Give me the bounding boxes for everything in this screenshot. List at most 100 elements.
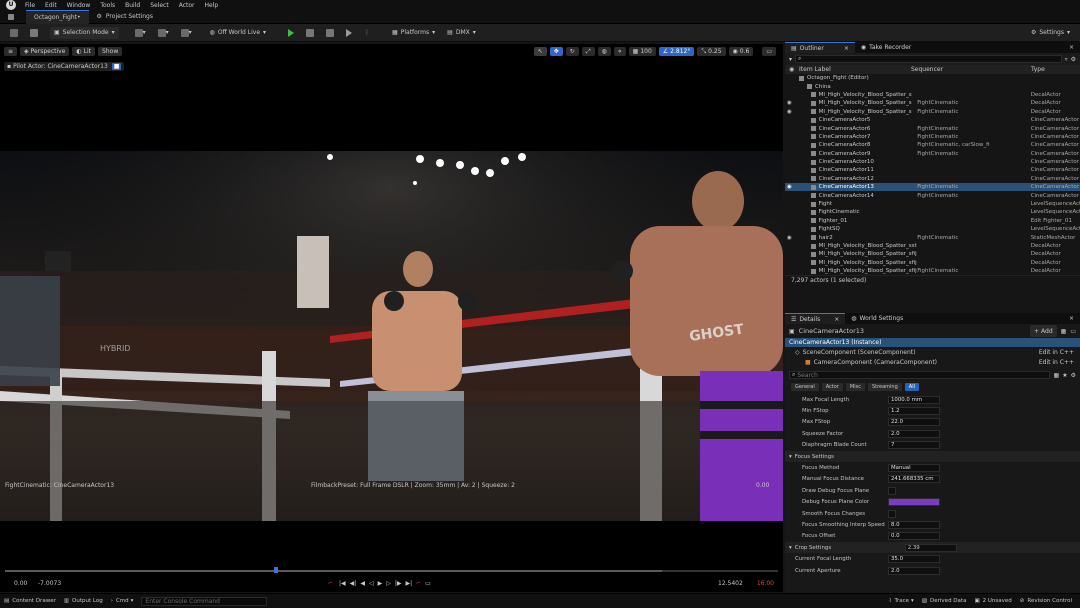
rotate-tool-icon[interactable]: ↻: [565, 47, 579, 56]
col-type[interactable]: Type: [1031, 66, 1045, 73]
tab-project-settings[interactable]: ⚙ Project Settings: [89, 10, 161, 24]
tab-take-recorder[interactable]: ◉ Take Recorder: [855, 42, 917, 53]
eject-button[interactable]: [342, 27, 356, 39]
outliner-row[interactable]: CineCameraActor12 CineCameraActor: [785, 175, 1080, 183]
outliner-row[interactable]: CineCameraActor5 CineCameraActor: [785, 116, 1080, 124]
menu-tools[interactable]: Tools: [100, 2, 115, 9]
platforms-dropdown[interactable]: ▦ Platforms ▾: [388, 27, 439, 39]
visibility-icon[interactable]: ◉: [785, 100, 811, 106]
cat-tab-streaming[interactable]: Streaming: [867, 382, 902, 391]
property-value[interactable]: 8.0: [888, 520, 940, 529]
camera-speed-button[interactable]: ◉ 0.6: [728, 47, 754, 56]
perspective-button[interactable]: ◈ Perspective: [20, 47, 70, 56]
derived-data-button[interactable]: ▧ Derived Data: [922, 598, 967, 604]
edit-cpp-link-2[interactable]: Edit in C++: [1039, 359, 1074, 366]
outliner-row[interactable]: Fighter_01 Edit Fighter_01: [785, 217, 1080, 225]
menu-build[interactable]: Build: [125, 2, 140, 9]
outliner-settings-icon[interactable]: ⚙: [1071, 56, 1076, 63]
jump-start-icon[interactable]: |◀: [339, 580, 346, 587]
outliner-row[interactable]: CineCameraActor6 FightCinematic CineCamera…: [785, 124, 1080, 132]
content-browser-icon[interactable]: [26, 27, 42, 39]
details-search-input[interactable]: ⌕ Search: [789, 371, 1050, 379]
crop-settings-category[interactable]: ▾ Crop Settings 2.39: [785, 542, 1080, 554]
play-button[interactable]: [284, 27, 298, 39]
cinematics-icon[interactable]: ▾: [177, 27, 196, 39]
grid-snap-button[interactable]: ▦ 100: [628, 47, 656, 56]
select-tool-icon[interactable]: ↖: [533, 47, 547, 56]
table-view-icon[interactable]: ▦: [1054, 372, 1060, 379]
property-value[interactable]: 0.0: [888, 532, 940, 541]
focus-settings-category[interactable]: ▾ Focus Settings: [785, 450, 1080, 463]
outliner-row[interactable]: FightSQ LevelSequenceActor: [785, 225, 1080, 233]
level-viewport[interactable]: ≡ ◈ Perspective ◐ Lit Show ▪ Pilot Actor: …: [0, 44, 783, 592]
outliner-row[interactable]: MI_High_Velocity_Blood_Spatter_sst DecalA…: [785, 242, 1080, 250]
maximize-viewport-icon[interactable]: ▭: [762, 47, 776, 56]
property-value[interactable]: 1000.0 mm: [888, 395, 940, 404]
outliner-row[interactable]: MI_High_Velocity_Blood_Spatter_sfij Decal…: [785, 250, 1080, 258]
outliner-row[interactable]: ◉ CineCameraActor13 FightCinematic CineCame…: [785, 183, 1080, 192]
camera-lock-icon[interactable]: ▭: [425, 580, 431, 587]
menu-select[interactable]: Select: [150, 2, 169, 9]
stop-button[interactable]: [322, 27, 338, 39]
filter-icon[interactable]: ▿: [1065, 56, 1068, 63]
outliner-row[interactable]: MI_High_Velocity_Blood_Spatter_sfij Fight…: [785, 267, 1080, 275]
play-reverse-icon[interactable]: ◁: [369, 580, 374, 587]
step-forward-icon[interactable]: ▷: [386, 580, 391, 587]
menu-file[interactable]: File: [25, 2, 35, 9]
instance-row[interactable]: CineCameraActor13 (Instance): [785, 338, 1080, 347]
more-play-options-icon[interactable]: ⋮: [360, 27, 374, 39]
outliner-row[interactable]: CineCameraActor10 CineCameraActor: [785, 158, 1080, 166]
outliner-row[interactable]: China: [785, 82, 1080, 90]
unreal-logo-icon[interactable]: U: [6, 0, 16, 10]
world-dropdown[interactable]: ◍ Off World Live ▾: [206, 27, 270, 39]
quick-add-icon[interactable]: ▾: [131, 27, 150, 39]
menu-window[interactable]: Window: [67, 2, 91, 9]
property-value[interactable]: 2.0: [888, 429, 940, 438]
menu-help[interactable]: Help: [205, 2, 219, 9]
property-value[interactable]: [888, 509, 896, 518]
property-value[interactable]: [888, 498, 940, 507]
tab-level[interactable]: Octagon_Fight•: [26, 9, 89, 24]
content-drawer-button[interactable]: ▤ Content Drawer: [4, 598, 56, 604]
close-panel-icon[interactable]: ×: [1069, 315, 1074, 322]
play-forward-icon[interactable]: ▶: [378, 580, 383, 587]
property-value[interactable]: 7: [888, 441, 940, 450]
property-value[interactable]: 22.0: [888, 418, 940, 427]
cat-tab-misc[interactable]: Misc: [845, 382, 865, 391]
record-end-icon[interactable]: ⌐: [416, 580, 421, 587]
close-panel-icon[interactable]: ×: [1069, 44, 1074, 51]
prev-key-icon[interactable]: ◀|: [350, 580, 357, 587]
tab-world-settings[interactable]: ◍ World Settings: [845, 313, 909, 324]
scale-snap-button[interactable]: ⤡ 0.25: [697, 47, 726, 56]
cat-tab-actor[interactable]: Actor: [821, 382, 843, 391]
outliner-row[interactable]: CineCameraActor14 FightCinematic CineCamer…: [785, 191, 1080, 199]
component-camera[interactable]: ■ CameraComponent (CameraComponent) Edit…: [785, 357, 1080, 367]
console-input[interactable]: Enter Console Command: [141, 596, 268, 606]
favorites-icon[interactable]: ★: [1062, 372, 1067, 379]
blueprint-icon[interactable]: ▾: [154, 27, 173, 39]
outliner-search-input[interactable]: ⌕: [795, 55, 1062, 63]
scale-tool-icon[interactable]: ⤢: [581, 47, 595, 56]
add-filter-icon[interactable]: ▾: [789, 56, 792, 63]
menu-edit[interactable]: Edit: [45, 2, 57, 9]
angle-snap-button[interactable]: ∠ 2.812°: [658, 47, 695, 56]
loop-icon[interactable]: ⌐: [328, 580, 333, 587]
save-icon[interactable]: [6, 27, 22, 39]
property-value[interactable]: 35.0: [888, 555, 940, 564]
cmd-dropdown[interactable]: › Cmd ▾: [111, 598, 134, 604]
viewport-menu-button[interactable]: ≡: [4, 47, 18, 56]
property-value[interactable]: 1.2: [888, 407, 940, 416]
property-value[interactable]: 241.668335 cm: [888, 475, 940, 484]
blueprint-icon[interactable]: ▦: [1061, 328, 1067, 335]
menu-actor[interactable]: Actor: [179, 2, 195, 9]
output-log-button[interactable]: ▥ Output Log: [64, 598, 103, 604]
outliner-row[interactable]: MI_High_Velocity_Blood_Spatter_sfij Decal…: [785, 259, 1080, 267]
visibility-icon[interactable]: ◉: [785, 184, 811, 190]
property-value[interactable]: 2.0: [888, 566, 940, 575]
jump-end-icon[interactable]: ▶|: [405, 580, 412, 587]
outliner-row[interactable]: FightCinematic LevelSequenceActor: [785, 208, 1080, 216]
outliner-row[interactable]: ◉ MI_High_Velocity_Blood_Spatter_s FightCi…: [785, 99, 1080, 107]
edit-cpp-link[interactable]: Edit in C++: [1039, 349, 1074, 356]
revision-control-button[interactable]: ⊘ Revision Control: [1020, 598, 1072, 604]
outliner-row[interactable]: CineCameraActor11 CineCameraActor: [785, 166, 1080, 174]
